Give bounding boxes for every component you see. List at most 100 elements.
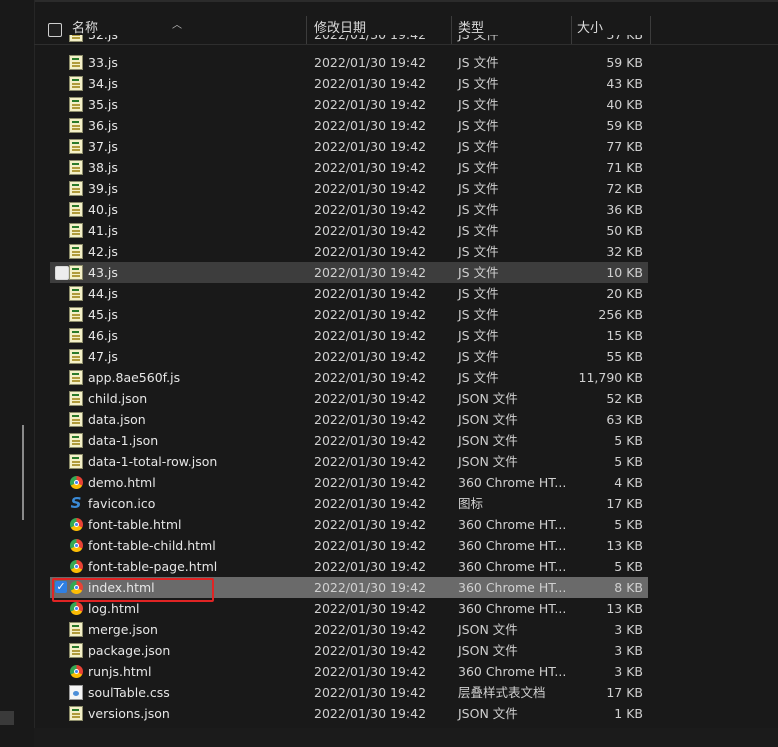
file-date: 2022/01/30 19:42 <box>314 475 427 490</box>
js-file-icon <box>69 97 83 112</box>
file-row[interactable]: Sfavicon.ico 2022/01/30 19:42 图标 17 KB <box>50 493 648 514</box>
js-file-icon <box>69 202 83 217</box>
file-name: favicon.ico <box>88 496 156 511</box>
file-row[interactable]: 34.js 2022/01/30 19:42 JS 文件 43 KB <box>50 73 648 94</box>
file-date: 2022/01/30 19:42 <box>314 139 427 154</box>
file-size: 77 KB <box>606 139 643 154</box>
file-type: JS 文件 <box>458 370 499 385</box>
file-type: JS 文件 <box>458 265 499 280</box>
file-date: 2022/01/30 19:42 <box>314 76 427 91</box>
file-row[interactable]: runjs.html 2022/01/30 19:42 360 Chrome HT.… <box>50 661 648 682</box>
file-name: 46.js <box>88 328 118 343</box>
file-size: 17 KB <box>606 496 643 511</box>
file-date: 2022/01/30 19:42 <box>314 559 427 574</box>
file-row[interactable]: 41.js 2022/01/30 19:42 JS 文件 50 KB <box>50 220 648 241</box>
file-row[interactable]: app.8ae560f.js 2022/01/30 19:42 JS 文件 11,79… <box>50 367 648 388</box>
file-date: 2022/01/30 19:42 <box>314 160 427 175</box>
file-name: font-table-child.html <box>88 538 216 553</box>
file-row[interactable]: data-1-total-row.json 2022/01/30 19:42 JSO… <box>50 451 648 472</box>
file-name: app.8ae560f.js <box>88 370 181 385</box>
json-file-icon <box>69 412 83 427</box>
file-name: runjs.html <box>88 664 152 679</box>
navigation-pane-scrollbar[interactable] <box>22 425 24 520</box>
file-date: 2022/01/30 19:42 <box>314 97 427 112</box>
json-file-icon <box>69 454 83 469</box>
file-size: 37 KB <box>606 35 643 45</box>
file-row[interactable]: 37.js 2022/01/30 19:42 JS 文件 77 KB <box>50 136 648 157</box>
file-date: 2022/01/30 19:42 <box>314 181 427 196</box>
favicon-icon: S <box>70 494 82 512</box>
js-file-icon <box>69 55 83 70</box>
file-type: JS 文件 <box>458 202 499 217</box>
file-row[interactable]: font-table-page.html 2022/01/30 19:42 360 … <box>50 556 648 577</box>
file-name: 47.js <box>88 349 118 364</box>
file-name: 36.js <box>88 118 118 133</box>
file-type: 360 Chrome HT... <box>458 664 567 679</box>
file-row[interactable]: 40.js 2022/01/30 19:42 JS 文件 36 KB <box>50 199 648 220</box>
file-name: 44.js <box>88 286 118 301</box>
file-row[interactable]: data-1.json 2022/01/30 19:42 JSON 文件 5 KB <box>50 430 648 451</box>
file-type: JSON 文件 <box>458 643 518 658</box>
file-row[interactable]: 46.js 2022/01/30 19:42 JS 文件 15 KB <box>50 325 648 346</box>
css-file-icon <box>69 685 83 700</box>
file-type: JS 文件 <box>458 118 499 133</box>
file-row[interactable]: 33.js 2022/01/30 19:42 JS 文件 59 KB <box>50 52 648 73</box>
file-size: 52 KB <box>606 391 643 406</box>
file-date: 2022/01/30 19:42 <box>314 286 427 301</box>
file-name: 37.js <box>88 139 118 154</box>
file-size: 59 KB <box>606 118 643 133</box>
file-type: JS 文件 <box>458 244 499 259</box>
file-row[interactable]: soulTable.css 2022/01/30 19:42 层叠样式表文档 17 K… <box>50 682 648 703</box>
file-row[interactable]: 36.js 2022/01/30 19:42 JS 文件 59 KB <box>50 115 648 136</box>
file-size: 50 KB <box>606 223 643 238</box>
file-type: JSON 文件 <box>458 391 518 406</box>
file-row[interactable]: data.json 2022/01/30 19:42 JSON 文件 63 KB <box>50 409 648 430</box>
file-date: 2022/01/30 19:42 <box>314 664 427 679</box>
js-file-icon <box>69 181 83 196</box>
file-row[interactable]: merge.json 2022/01/30 19:42 JSON 文件 3 KB <box>50 619 648 640</box>
row-checkbox[interactable] <box>55 266 69 280</box>
file-row-partial[interactable]: 32.js 2022/01/30 19:42 JS 文件 37 KB <box>50 35 648 45</box>
file-row[interactable]: versions.json 2022/01/30 19:42 JSON 文件 1 KB <box>50 703 648 724</box>
file-row[interactable]: 35.js 2022/01/30 19:42 JS 文件 40 KB <box>50 94 648 115</box>
file-size: 40 KB <box>606 97 643 112</box>
file-row[interactable]: 38.js 2022/01/30 19:42 JS 文件 71 KB <box>50 157 648 178</box>
file-row[interactable]: 42.js 2022/01/30 19:42 JS 文件 32 KB <box>50 241 648 262</box>
file-row[interactable]: package.json 2022/01/30 19:42 JSON 文件 3 KB <box>50 640 648 661</box>
file-row[interactable]: child.json 2022/01/30 19:42 JSON 文件 52 KB <box>50 388 648 409</box>
file-row[interactable]: 44.js 2022/01/30 19:42 JS 文件 20 KB <box>50 283 648 304</box>
file-row[interactable]: 39.js 2022/01/30 19:42 JS 文件 72 KB <box>50 178 648 199</box>
file-row[interactable]: 43.js 2022/01/30 19:42 JS 文件 10 KB <box>50 262 648 283</box>
js-file-icon <box>69 370 83 385</box>
file-row[interactable]: demo.html 2022/01/30 19:42 360 Chrome HT..… <box>50 472 648 493</box>
file-type: JS 文件 <box>458 35 499 45</box>
file-size: 13 KB <box>606 538 643 553</box>
file-type: JS 文件 <box>458 55 499 70</box>
file-type: JS 文件 <box>458 328 499 343</box>
file-name: versions.json <box>88 706 170 721</box>
file-name: 38.js <box>88 160 118 175</box>
file-size: 36 KB <box>606 202 643 217</box>
file-size: 17 KB <box>606 685 643 700</box>
js-file-icon <box>69 160 83 175</box>
file-date: 2022/01/30 19:42 <box>314 307 427 322</box>
file-date: 2022/01/30 19:42 <box>314 454 427 469</box>
file-size: 3 KB <box>614 622 643 637</box>
file-size: 5 KB <box>614 433 643 448</box>
js-file-icon <box>69 76 83 91</box>
file-size: 4 KB <box>614 475 643 490</box>
file-row[interactable]: font-table-child.html 2022/01/30 19:42 360… <box>50 535 648 556</box>
file-name: font-table-page.html <box>88 559 218 574</box>
file-row[interactable]: 47.js 2022/01/30 19:42 JS 文件 55 KB <box>50 346 648 367</box>
file-type: JS 文件 <box>458 181 499 196</box>
file-row[interactable]: 45.js 2022/01/30 19:42 JS 文件 256 KB <box>50 304 648 325</box>
file-size: 55 KB <box>606 349 643 364</box>
file-name: merge.json <box>88 622 158 637</box>
json-file-icon <box>69 706 83 721</box>
js-file-icon <box>69 223 83 238</box>
file-list: 32.js 2022/01/30 19:42 JS 文件 37 KB 33.js… <box>0 0 778 747</box>
file-size: 71 KB <box>606 160 643 175</box>
json-file-icon <box>69 391 83 406</box>
file-name: data-1-total-row.json <box>88 454 218 469</box>
file-row[interactable]: font-table.html 2022/01/30 19:42 360 Chrom… <box>50 514 648 535</box>
